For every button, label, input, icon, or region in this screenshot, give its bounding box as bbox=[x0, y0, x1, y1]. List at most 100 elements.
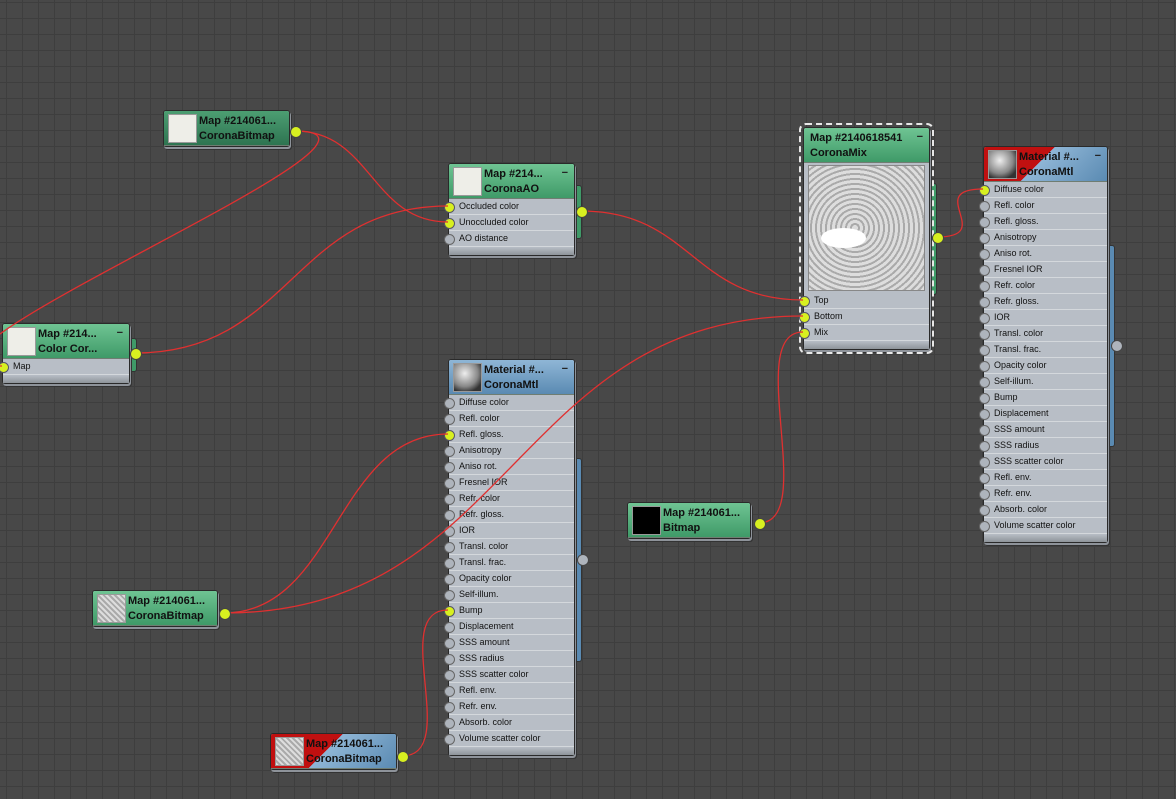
input-socket-icon[interactable] bbox=[979, 361, 990, 372]
input-socket-icon[interactable] bbox=[979, 457, 990, 468]
node-header[interactable]: Map #2140618541 CoronaMix − bbox=[804, 128, 929, 163]
output-socket-icon[interactable] bbox=[577, 554, 589, 566]
input-slot[interactable]: Map bbox=[0, 359, 129, 375]
input-slot[interactable]: Refl. env. bbox=[979, 470, 1107, 486]
input-slot[interactable]: Occluded color bbox=[444, 199, 574, 215]
node-view-canvas[interactable]: Map #214061... CoronaBitmap Map #214... Cor… bbox=[0, 0, 1176, 799]
input-socket-icon[interactable] bbox=[444, 654, 455, 665]
node-header[interactable]: Map #214... Color Cor... − bbox=[3, 324, 129, 359]
input-slot[interactable]: Bump bbox=[979, 390, 1107, 406]
input-slot[interactable]: Fresnel IOR bbox=[979, 262, 1107, 278]
input-socket-icon[interactable] bbox=[979, 329, 990, 340]
input-slot[interactable]: Transl. color bbox=[979, 326, 1107, 342]
minimize-icon[interactable]: − bbox=[562, 363, 568, 375]
input-slot[interactable]: Self-illum. bbox=[979, 374, 1107, 390]
node-colorcorr[interactable]: Map #214... Color Cor... − Map bbox=[0, 323, 130, 384]
input-socket-icon[interactable] bbox=[979, 313, 990, 324]
input-slot[interactable]: Refr. color bbox=[444, 491, 574, 507]
input-socket-icon[interactable] bbox=[444, 638, 455, 649]
input-socket-icon[interactable] bbox=[979, 505, 990, 516]
input-slot[interactable]: Volume scatter color bbox=[979, 518, 1107, 534]
output-socket-icon[interactable] bbox=[932, 232, 944, 244]
input-slot[interactable]: Refr. gloss. bbox=[979, 294, 1107, 310]
input-slot[interactable]: Opacity color bbox=[979, 358, 1107, 374]
input-slot[interactable]: Transl. frac. bbox=[444, 555, 574, 571]
input-socket-icon[interactable] bbox=[444, 526, 455, 537]
input-socket-icon[interactable] bbox=[979, 377, 990, 388]
input-slot[interactable]: Anisotropy bbox=[979, 230, 1107, 246]
input-slot[interactable]: Fresnel IOR bbox=[444, 475, 574, 491]
input-socket-icon[interactable] bbox=[979, 265, 990, 276]
node-header[interactable]: Material #... CoronaMtl − bbox=[984, 147, 1107, 182]
input-socket-icon[interactable] bbox=[979, 473, 990, 484]
input-socket-icon[interactable] bbox=[979, 425, 990, 436]
node-bitmap-mix[interactable]: Map #214061... Bitmap bbox=[627, 502, 751, 539]
node-ao[interactable]: Map #214... CoronaAO − Occluded color Unoccl… bbox=[444, 163, 575, 256]
minimize-icon[interactable]: − bbox=[1095, 150, 1101, 162]
node-header[interactable]: Map #214061... CoronaBitmap bbox=[164, 111, 289, 146]
input-socket-icon[interactable] bbox=[979, 521, 990, 532]
input-slot[interactable]: Displacement bbox=[979, 406, 1107, 422]
input-socket-icon[interactable] bbox=[979, 233, 990, 244]
input-slot[interactable]: Refl. gloss. bbox=[979, 214, 1107, 230]
input-slot[interactable]: SSS radius bbox=[444, 651, 574, 667]
input-slot[interactable]: Anisotropy bbox=[444, 443, 574, 459]
input-slot[interactable]: Aniso rot. bbox=[979, 246, 1107, 262]
input-socket-icon[interactable] bbox=[444, 606, 455, 617]
input-socket-icon[interactable] bbox=[444, 590, 455, 601]
input-socket-icon[interactable] bbox=[444, 686, 455, 697]
input-slot[interactable]: Transl. color bbox=[444, 539, 574, 555]
input-slot[interactable]: Bottom bbox=[799, 309, 929, 325]
input-slot[interactable]: Absorb. color bbox=[444, 715, 574, 731]
input-socket-icon[interactable] bbox=[444, 510, 455, 521]
input-socket-icon[interactable] bbox=[444, 734, 455, 745]
output-socket-icon[interactable] bbox=[219, 608, 231, 620]
input-socket-icon[interactable] bbox=[979, 345, 990, 356]
node-mtl-right[interactable]: Material #... CoronaMtl − Diffuse color Refl… bbox=[979, 146, 1108, 543]
input-socket-icon[interactable] bbox=[979, 393, 990, 404]
input-socket-icon[interactable] bbox=[979, 281, 990, 292]
node-bitmap-left[interactable]: Map #214061... CoronaBitmap bbox=[92, 590, 218, 627]
node-mix[interactable]: Map #2140618541 CoronaMix − Top Bottom Mix bbox=[799, 123, 934, 354]
output-socket-icon[interactable] bbox=[754, 518, 766, 530]
input-slot[interactable]: Aniso rot. bbox=[444, 459, 574, 475]
input-socket-icon[interactable] bbox=[979, 185, 990, 196]
input-socket-icon[interactable] bbox=[799, 328, 810, 339]
node-bitmap-bump[interactable]: Map #214061... CoronaBitmap bbox=[270, 733, 397, 770]
input-socket-icon[interactable] bbox=[444, 574, 455, 585]
input-slot[interactable]: SSS radius bbox=[979, 438, 1107, 454]
input-slot[interactable]: Absorb. color bbox=[979, 502, 1107, 518]
input-socket-icon[interactable] bbox=[444, 218, 455, 229]
input-slot[interactable]: IOR bbox=[979, 310, 1107, 326]
input-socket-icon[interactable] bbox=[444, 494, 455, 505]
input-socket-icon[interactable] bbox=[799, 296, 810, 307]
input-socket-icon[interactable] bbox=[444, 558, 455, 569]
input-slot[interactable]: Unoccluded color bbox=[444, 215, 574, 231]
input-slot[interactable]: Refl. gloss. bbox=[444, 427, 574, 443]
node-header[interactable]: Map #214061... CoronaBitmap bbox=[93, 591, 217, 626]
input-socket-icon[interactable] bbox=[444, 478, 455, 489]
output-socket-icon[interactable] bbox=[397, 751, 409, 763]
input-socket-icon[interactable] bbox=[979, 297, 990, 308]
input-socket-icon[interactable] bbox=[979, 217, 990, 228]
node-mtl-mid[interactable]: Material #... CoronaMtl − Diffuse color Refl… bbox=[444, 359, 575, 756]
input-socket-icon[interactable] bbox=[0, 362, 9, 373]
input-slot[interactable]: SSS amount bbox=[444, 635, 574, 651]
input-socket-icon[interactable] bbox=[444, 542, 455, 553]
input-slot[interactable]: Volume scatter color bbox=[444, 731, 574, 747]
input-slot[interactable]: SSS amount bbox=[979, 422, 1107, 438]
input-slot[interactable]: AO distance bbox=[444, 231, 574, 247]
node-bitmap-top[interactable]: Map #214061... CoronaBitmap bbox=[163, 110, 290, 147]
node-header[interactable]: Map #214061... CoronaBitmap bbox=[271, 734, 396, 769]
input-socket-icon[interactable] bbox=[444, 202, 455, 213]
input-socket-icon[interactable] bbox=[444, 702, 455, 713]
input-slot[interactable]: SSS scatter color bbox=[979, 454, 1107, 470]
minimize-icon[interactable]: − bbox=[562, 167, 568, 179]
input-socket-icon[interactable] bbox=[444, 398, 455, 409]
input-socket-icon[interactable] bbox=[799, 312, 810, 323]
input-slot[interactable]: Mix bbox=[799, 325, 929, 341]
input-socket-icon[interactable] bbox=[979, 441, 990, 452]
output-socket-icon[interactable] bbox=[576, 206, 588, 218]
input-slot[interactable]: Diffuse color bbox=[979, 182, 1107, 198]
input-slot[interactable]: SSS scatter color bbox=[444, 667, 574, 683]
